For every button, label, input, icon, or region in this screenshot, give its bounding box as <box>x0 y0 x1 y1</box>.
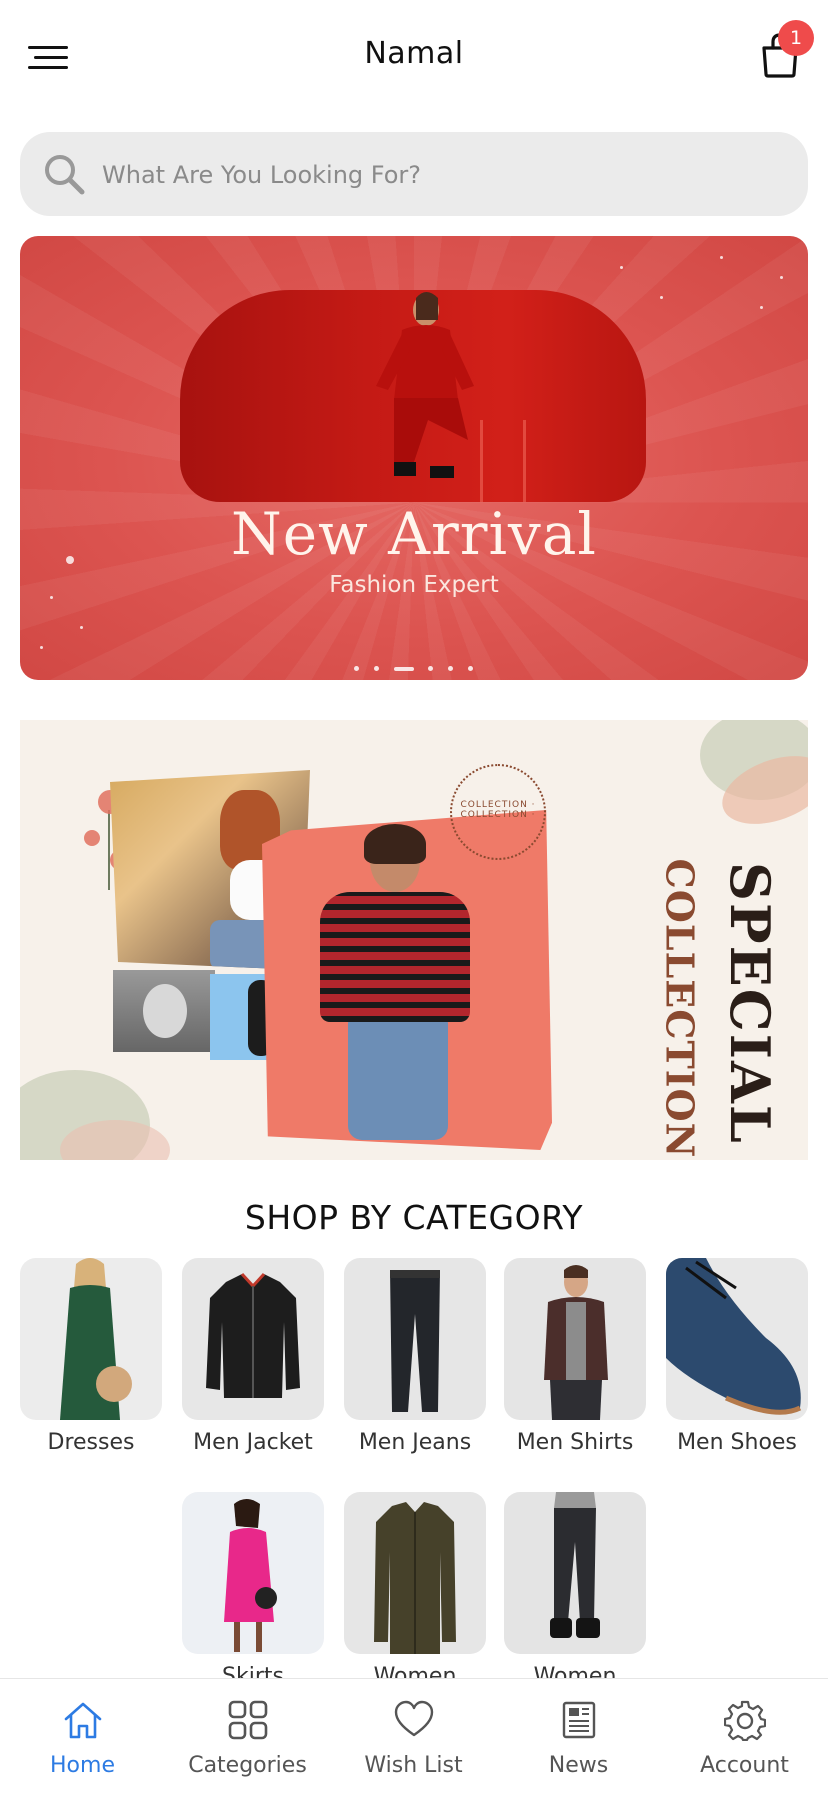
carousel-indicator <box>20 666 808 674</box>
sparkle-decoration <box>760 306 763 309</box>
nav-label: Wish List <box>364 1753 463 1778</box>
carousel-dot[interactable] <box>354 666 359 671</box>
category-label: Men Shirts <box>516 1430 634 1455</box>
category-image <box>182 1258 324 1420</box>
category-image <box>344 1258 486 1420</box>
app-screen: Namal 1 What Are You Looking For? New Ar… <box>0 0 828 1793</box>
category-label: Men Shoes <box>677 1430 797 1455</box>
newspaper-icon <box>562 1701 596 1739</box>
hero-model-photo <box>180 290 646 502</box>
hero-title: New Arrival <box>231 500 597 568</box>
category-image <box>20 1258 162 1420</box>
nav-item-account[interactable]: Account <box>662 1679 827 1793</box>
carousel-dot[interactable] <box>374 666 379 671</box>
nav-label: News <box>548 1753 609 1778</box>
photo-detail <box>364 824 426 864</box>
sparkle-decoration <box>780 276 783 279</box>
nav-item-home[interactable]: Home <box>0 1679 165 1793</box>
nav-label: Home <box>50 1753 115 1778</box>
category-label: Men Jacket <box>193 1430 313 1455</box>
photo-detail <box>348 1010 448 1140</box>
gear-icon <box>724 1700 766 1741</box>
grid-icon <box>228 1700 268 1740</box>
flower-petal <box>84 830 100 846</box>
carousel-dot-active[interactable] <box>394 667 414 671</box>
search-icon <box>45 155 85 195</box>
dress-model-image <box>60 1258 132 1420</box>
suede-shoe-image <box>666 1258 802 1415</box>
collage-photo-hat <box>113 970 215 1052</box>
category-image <box>182 1492 324 1654</box>
special-vertical-heading: SPECIAL <box>718 860 782 1145</box>
home-icon <box>64 1702 102 1739</box>
app-title: Namal <box>364 36 464 71</box>
hero-banner-carousel[interactable]: New Arrival Fashion Expert <box>20 236 808 680</box>
heart-icon <box>394 1700 434 1737</box>
cart-count-badge: 1 <box>778 20 814 56</box>
sparkle-decoration <box>660 296 663 299</box>
bottom-navigation: Home Categories Wish List News Account <box>0 1678 828 1793</box>
collection-ring-text: COLLECTION · COLLECTION · <box>450 764 546 860</box>
hero-subtitle: Fashion Expert <box>329 572 499 598</box>
category-label: Men Jeans <box>358 1430 472 1455</box>
collection-text: COLLECTION <box>657 858 703 1159</box>
nav-item-wish-list[interactable]: Wish List <box>331 1679 496 1793</box>
sparkle-decoration <box>40 646 43 649</box>
nav-label: Account <box>700 1753 789 1778</box>
top-app-bar: Namal 1 <box>0 0 828 116</box>
photo-detail <box>143 984 187 1038</box>
collection-vertical-heading: COLLECTION <box>657 858 703 1159</box>
special-collection-banner[interactable]: COLLECTION · COLLECTION · SPECIAL COLLEC… <box>20 720 808 1160</box>
carousel-dot[interactable] <box>448 666 453 671</box>
carousel-dot[interactable] <box>428 666 433 671</box>
leather-jacket-image <box>206 1272 300 1398</box>
search-input[interactable] <box>100 150 784 200</box>
nav-item-categories[interactable]: Categories <box>165 1679 330 1793</box>
sparkle-decoration <box>620 266 623 269</box>
women-jeans-model-image <box>550 1492 600 1638</box>
men-shirt-model-image <box>544 1265 608 1420</box>
jeans-image <box>390 1270 440 1412</box>
photo-detail <box>320 892 470 1022</box>
category-image <box>344 1492 486 1654</box>
stool-decoration <box>480 420 526 502</box>
ring-text: COLLECTION · COLLECTION · <box>460 800 536 820</box>
nav-label: Categories <box>188 1753 307 1778</box>
nav-item-news[interactable]: News <box>496 1679 661 1793</box>
category-image <box>666 1258 808 1420</box>
collage-photo-woman-plaid <box>300 824 480 1140</box>
shop-by-category-heading: SHOP BY CATEGORY <box>244 1198 584 1237</box>
special-text: SPECIAL <box>718 862 782 1145</box>
category-image <box>504 1258 646 1420</box>
search-bar[interactable] <box>20 132 808 216</box>
suede-jacket-image <box>374 1502 456 1654</box>
carousel-dot[interactable] <box>468 666 473 671</box>
model-figure <box>376 292 474 478</box>
sparkle-decoration <box>80 626 83 629</box>
category-label: Dresses <box>47 1430 135 1455</box>
pink-dress-model-image <box>224 1499 277 1652</box>
sparkle-decoration <box>720 256 723 259</box>
category-image <box>504 1492 646 1654</box>
flower-stem <box>108 810 110 890</box>
